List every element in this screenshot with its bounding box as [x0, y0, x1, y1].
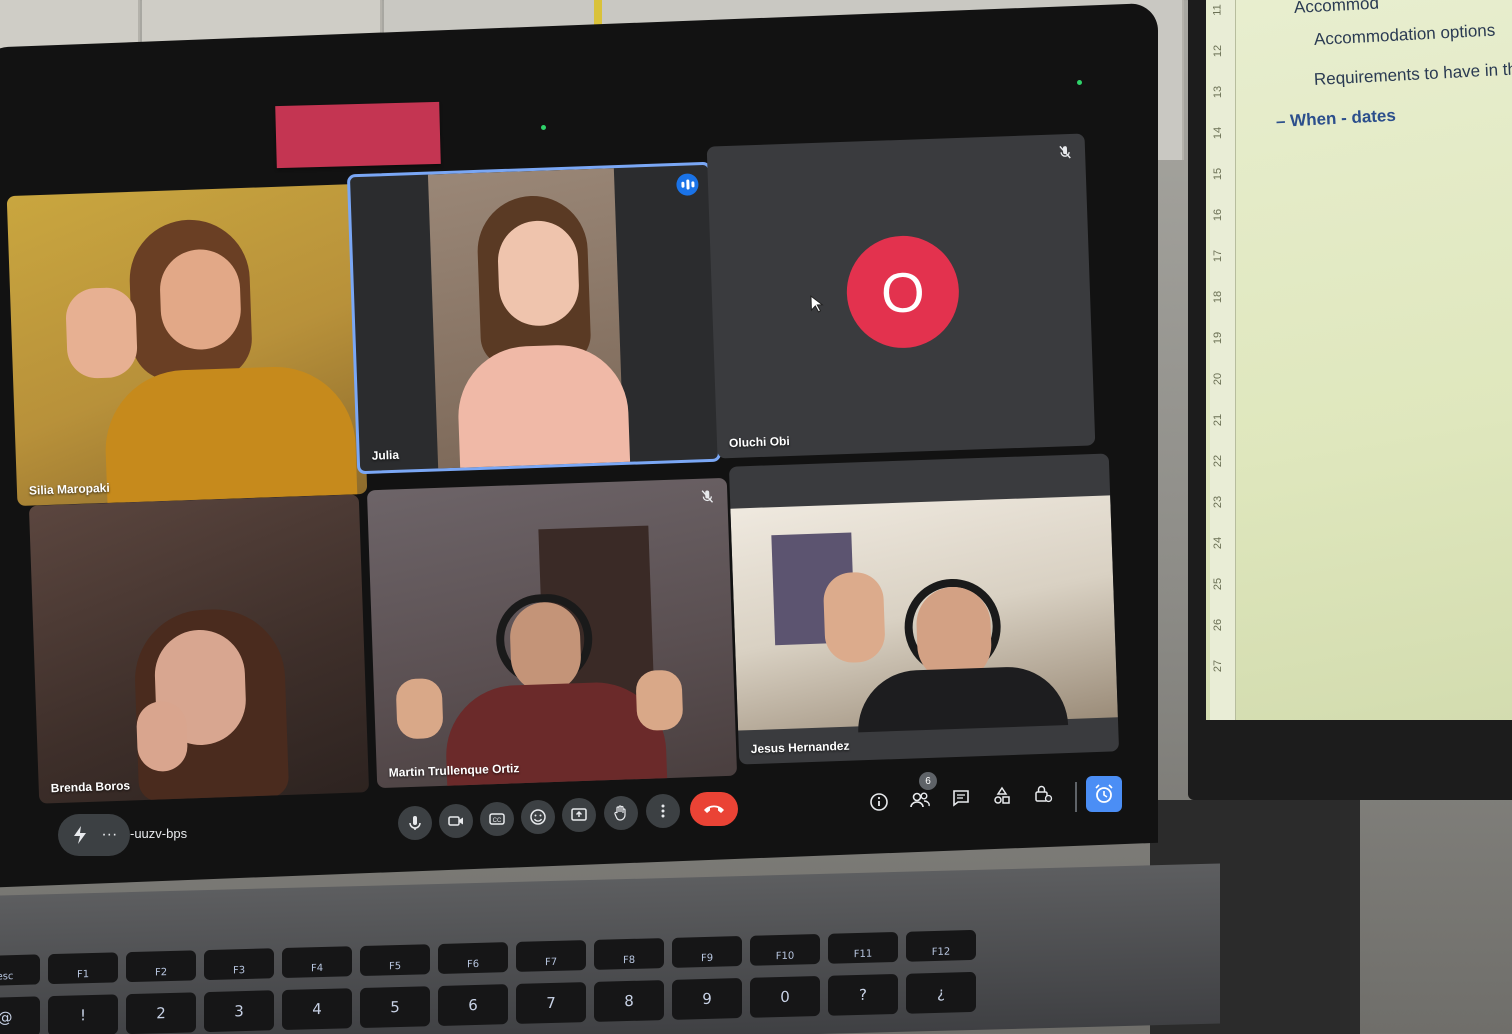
participant-tile-6[interactable]: Jesus Hernandez [728, 453, 1120, 765]
companion-icon [73, 826, 86, 844]
camera-icon [448, 816, 463, 826]
emoji-icon [530, 809, 546, 825]
present-icon [571, 808, 587, 821]
participant-name: Oluchi Obi [728, 433, 790, 451]
participant-count-badge: 6 [919, 772, 937, 790]
participant-name: Silia Maropaki [28, 480, 110, 498]
waving-hand [64, 286, 139, 380]
muted-mic-icon [699, 488, 716, 510]
chat-icon [953, 790, 969, 807]
svg-text:CC: CC [493, 818, 502, 824]
participant-tile-3[interactable]: O Oluchi Obi [706, 133, 1096, 459]
activities-icon [994, 786, 1010, 804]
mic-icon [409, 816, 421, 830]
participant-hoodie [456, 342, 631, 475]
participant-sweater [102, 364, 358, 507]
host-controls-icon [1035, 785, 1053, 803]
host-controls-button[interactable] [1031, 782, 1055, 806]
emoji-button[interactable] [521, 800, 555, 834]
raise-hand-button[interactable] [604, 796, 638, 830]
mouse-cursor-icon [810, 295, 825, 318]
more-dots-icon: ··· [101, 826, 118, 843]
participant-name: Julia [371, 447, 400, 463]
participant-hand [135, 700, 189, 773]
captions-icon: CC [489, 813, 505, 825]
thumbs-up-left [395, 677, 444, 740]
meeting-code: -uuzv-bps [130, 826, 188, 841]
participant-face [158, 248, 243, 351]
participant-name: Jesus Hernandez [750, 738, 850, 757]
host-menu-pill[interactable]: ··· [58, 814, 130, 856]
participant-face [508, 601, 583, 694]
toolbar-divider [1075, 782, 1077, 812]
present-button[interactable] [562, 798, 596, 832]
camera-button[interactable] [439, 804, 473, 838]
captions-button[interactable]: CC [480, 802, 514, 836]
meet-window: Silia Maropaki Julia O Oluchi Obi Brenda… [0, 0, 1512, 1034]
people-button[interactable] [908, 788, 932, 812]
participant-face [496, 219, 581, 328]
thumbs-up-right [635, 669, 684, 732]
timer-button[interactable] [1086, 776, 1122, 812]
participant-tile-1[interactable]: Silia Maropaki [6, 183, 368, 507]
participant-tile-2[interactable]: Julia [346, 161, 722, 475]
chat-button[interactable] [949, 786, 973, 810]
muted-mic-icon [1057, 144, 1074, 166]
speaking-indicator-icon [676, 173, 699, 196]
hangup-icon [704, 805, 724, 813]
participant-tile-5[interactable]: Martin Trullenque Ortiz [366, 477, 738, 789]
leave-call-button[interactable] [690, 792, 738, 826]
more-options-icon [661, 804, 665, 818]
activities-button[interactable] [990, 784, 1014, 808]
more-options-button[interactable] [646, 794, 680, 828]
timer-icon [1095, 784, 1113, 803]
mic-button[interactable] [398, 806, 432, 840]
meeting-details-button[interactable] [867, 790, 891, 814]
people-icon [910, 792, 930, 808]
waving-hand [822, 571, 886, 664]
participant-avatar: O [844, 234, 961, 350]
participant-name: Brenda Boros [50, 778, 131, 796]
raise-hand-icon [614, 805, 626, 821]
info-icon [870, 793, 888, 811]
participant-tile-4[interactable]: Brenda Boros [28, 494, 370, 804]
